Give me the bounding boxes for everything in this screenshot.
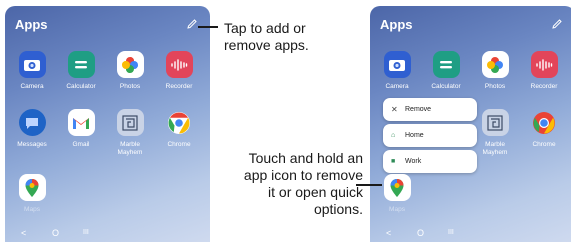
app-label: Photos: [119, 83, 141, 90]
app-recorder[interactable]: Recorder: [157, 51, 201, 91]
briefcase-icon: ■: [391, 158, 396, 165]
app-label: Camera: [385, 83, 409, 90]
app-label: Maps: [389, 206, 405, 213]
app-chrome[interactable]: Chrome: [157, 109, 201, 149]
recents-button[interactable]: III: [83, 228, 89, 238]
callout-touch-and-hold: Touch and hold an app icon to remove it …: [243, 150, 363, 217]
back-button[interactable]: <: [386, 228, 391, 238]
menu-item-home[interactable]: ⌂ Home: [383, 124, 477, 147]
app-photos[interactable]: Photos: [473, 51, 517, 91]
app-label: Camera: [20, 83, 44, 90]
camera-icon: [18, 51, 46, 78]
menu-item-label: Remove: [405, 106, 432, 113]
app-label: Marble Mayhem: [482, 141, 508, 156]
app-label: Chrome: [532, 141, 556, 148]
maps-pin-icon: [18, 174, 46, 201]
app-label: Calculator: [66, 83, 96, 90]
callout-edit-apps: Tap to add or remove apps.: [224, 20, 309, 53]
chrome-icon: [166, 109, 193, 136]
app-photos[interactable]: Photos: [108, 51, 152, 91]
chrome-icon: [531, 109, 558, 136]
app-label: Maps: [24, 206, 40, 213]
photos-pinwheel-icon: [481, 51, 509, 78]
navigation-bar: < O III: [5, 228, 210, 238]
app-maps[interactable]: Maps: [375, 174, 419, 214]
apps-title: Apps: [380, 17, 413, 32]
phone-screen-left: Apps Camera Calculator Photos Recorder M…: [5, 6, 210, 242]
calculator-icon: [432, 51, 460, 78]
navigation-bar: < O III: [370, 228, 571, 238]
callout-leader-line-top: [198, 26, 218, 28]
app-chrome[interactable]: Chrome: [522, 109, 566, 149]
menu-item-remove[interactable]: ✕ Remove: [383, 98, 477, 121]
callout-leader-line-bottom: [356, 184, 382, 186]
maps-pin-icon: [383, 174, 411, 201]
app-recorder[interactable]: Recorder: [522, 51, 566, 91]
maze-icon: [116, 109, 144, 136]
app-label: Gmail: [72, 141, 90, 148]
recents-button[interactable]: III: [448, 228, 454, 238]
app-calculator[interactable]: Calculator: [424, 51, 468, 91]
app-label: Calculator: [431, 83, 461, 90]
app-marble-mayhem[interactable]: Marble Mayhem: [108, 109, 152, 157]
app-messages[interactable]: Messages: [10, 109, 54, 149]
menu-item-label: Home: [405, 132, 424, 139]
pencil-icon[interactable]: [551, 18, 563, 30]
messages-icon: [18, 109, 46, 136]
app-label: Marble Mayhem: [117, 141, 143, 156]
close-icon: ✕: [391, 105, 398, 114]
camera-icon: [383, 51, 411, 78]
recorder-waveform-icon: [530, 51, 558, 78]
app-camera[interactable]: Camera: [375, 51, 419, 91]
app-calculator[interactable]: Calculator: [59, 51, 103, 91]
app-label: Recorder: [165, 83, 193, 90]
calculator-icon: [67, 51, 95, 78]
home-button[interactable]: O: [52, 228, 59, 238]
app-label: Messages: [17, 141, 47, 148]
photos-pinwheel-icon: [116, 51, 144, 78]
quick-options-menu: ✕ Remove ⌂ Home ■ Work: [383, 98, 477, 176]
app-label: Recorder: [530, 83, 558, 90]
home-button[interactable]: O: [417, 228, 424, 238]
menu-item-work[interactable]: ■ Work: [383, 150, 477, 173]
app-label: Photos: [484, 83, 506, 90]
app-gmail[interactable]: Gmail: [59, 109, 103, 149]
app-marble-mayhem[interactable]: Marble Mayhem: [473, 109, 517, 157]
back-button[interactable]: <: [21, 228, 26, 238]
pencil-icon[interactable]: [186, 18, 198, 30]
phone-screen-right: Apps Camera Calculator Photos Recorder M…: [370, 6, 571, 242]
app-camera[interactable]: Camera: [10, 51, 54, 91]
maze-icon: [481, 109, 509, 136]
apps-title: Apps: [15, 17, 48, 32]
recorder-waveform-icon: [165, 51, 193, 78]
gmail-icon: [67, 109, 95, 136]
app-maps[interactable]: Maps: [10, 174, 54, 214]
menu-item-label: Work: [405, 158, 422, 165]
app-label: Chrome: [167, 141, 191, 148]
house-icon: ⌂: [391, 132, 396, 139]
